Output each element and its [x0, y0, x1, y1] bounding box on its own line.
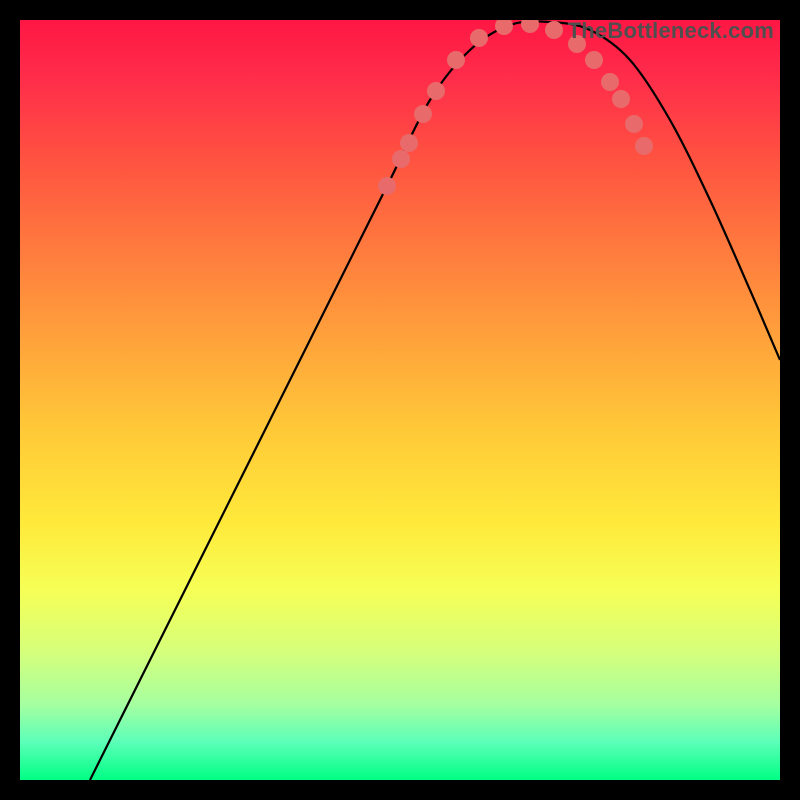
curve-marker [585, 51, 603, 69]
curve-marker [612, 90, 630, 108]
curve-marker [545, 21, 563, 39]
curve-marker [378, 177, 396, 195]
curve-marker [495, 20, 513, 35]
chart-frame: TheBottleneck.com [20, 20, 780, 780]
curve-marker [400, 134, 418, 152]
curve-marker [427, 82, 445, 100]
curve-marker [521, 20, 539, 33]
curve-marker [470, 29, 488, 47]
curve-marker [414, 105, 432, 123]
curve-markers [378, 20, 653, 195]
curve-marker [447, 51, 465, 69]
curve-marker [392, 150, 410, 168]
curve-marker [601, 73, 619, 91]
bottleneck-curve [90, 21, 780, 780]
chart-svg [20, 20, 780, 780]
curve-marker [635, 137, 653, 155]
watermark-text: TheBottleneck.com [568, 18, 774, 44]
curve-marker [625, 115, 643, 133]
